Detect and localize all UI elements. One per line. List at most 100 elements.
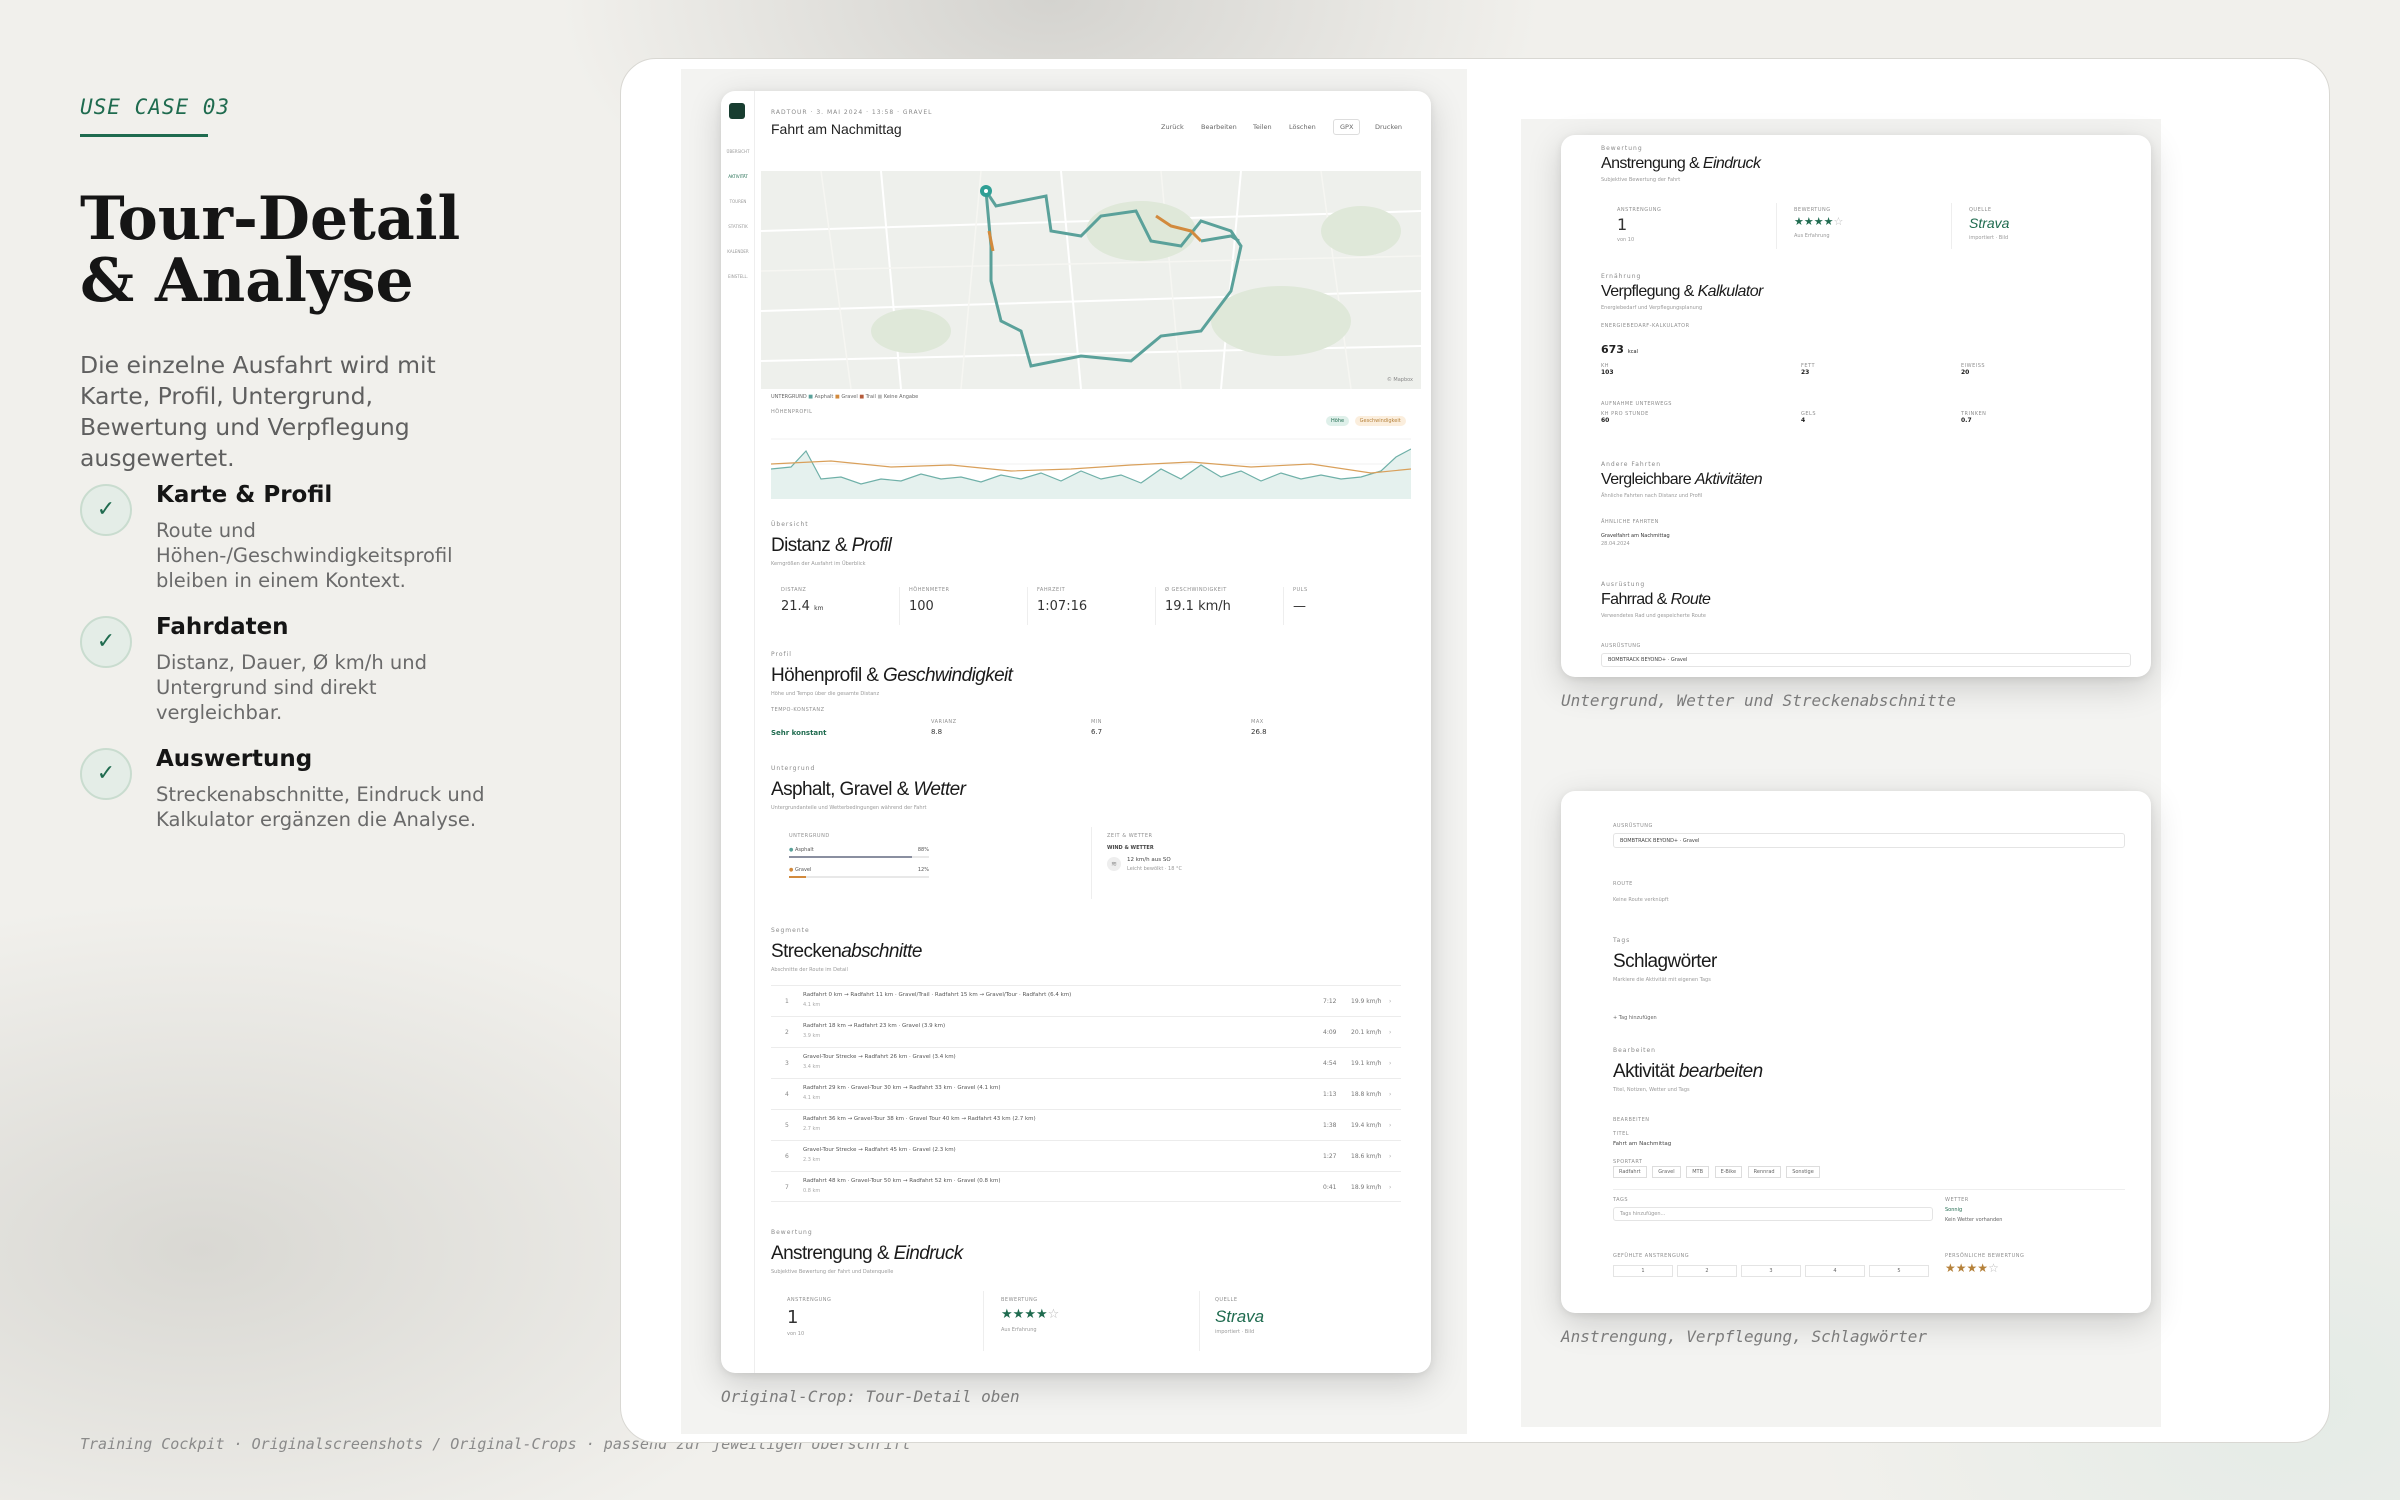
rating-stars[interactable]: ★★★★☆ bbox=[1945, 1261, 1999, 1275]
edit-section-label: BEARBEITEN bbox=[1613, 1117, 1650, 1123]
chevron-right-icon: › bbox=[1389, 1153, 1392, 1160]
section-subtitle: Untergrundanteile und Wetterbedingungen … bbox=[771, 805, 927, 811]
star-filled-icon[interactable]: ★ bbox=[1945, 1261, 1956, 1275]
segment-row[interactable]: 6 Gravel-Tour Strecke → Radfahrt 45 km · … bbox=[771, 1140, 1401, 1171]
star-filled-icon[interactable]: ★ bbox=[1977, 1261, 1988, 1275]
divider bbox=[1027, 587, 1028, 625]
segment-row[interactable]: 1 Radfahrt 0 km → Radfahrt 11 km · Gravel… bbox=[771, 985, 1401, 1016]
gpx-button[interactable]: GPX bbox=[1333, 119, 1361, 135]
source-sub: importiert · Bild bbox=[1969, 235, 2009, 241]
section-title-surface: Asphalt, Gravel & Wetter bbox=[771, 779, 966, 800]
weather-sub: Leicht bewölkt · 18 °C bbox=[1127, 866, 1182, 872]
effort-option[interactable]: 1 bbox=[1613, 1265, 1673, 1277]
feature-title: Auswertung bbox=[156, 746, 313, 772]
sidebar-item[interactable]: STATISTIK bbox=[723, 214, 753, 239]
tags-input[interactable]: Tags hinzufügen... bbox=[1613, 1207, 1933, 1221]
page-title-line-2: & Analyse bbox=[80, 246, 414, 316]
star-empty-icon: ☆ bbox=[1833, 215, 1844, 228]
section-subtitle: Kerngrößen der Ausfahrt im Überblick bbox=[771, 561, 866, 567]
section-eyebrow: Ausrüstung bbox=[1601, 581, 1646, 588]
top-right-caption: Untergrund, Wetter und Streckenabschnitt… bbox=[1561, 691, 1956, 710]
weather-title: WIND & WETTER bbox=[1107, 845, 1154, 851]
segment-row[interactable]: 3 Gravel-Tour Strecke → Radfahrt 26 km · … bbox=[771, 1047, 1401, 1078]
effort-option[interactable]: 4 bbox=[1805, 1265, 1865, 1277]
segment-row[interactable]: 5 Radfahrt 36 km → Gravel-Tour 38 km · Gr… bbox=[771, 1109, 1401, 1140]
stat-heart-rate: PULS — bbox=[1293, 587, 1308, 614]
sport-option[interactable]: Rennrad bbox=[1747, 1166, 1781, 1178]
sidebar-item[interactable]: EINSTELL. bbox=[723, 264, 753, 289]
star-filled-icon[interactable]: ★ bbox=[1967, 1261, 1978, 1275]
surface-bar-asphalt bbox=[789, 856, 913, 858]
rating-sub: Aus Erfahrung bbox=[1001, 1327, 1037, 1333]
chip-height[interactable]: Höhe bbox=[1326, 416, 1350, 426]
mini-stat: VARIANZ 8.8 bbox=[931, 719, 957, 736]
back-button[interactable]: Zurück bbox=[1161, 123, 1184, 131]
section-eyebrow: Andere Fahrten bbox=[1601, 461, 1662, 468]
star-filled-icon[interactable]: ★ bbox=[1956, 1261, 1967, 1275]
stat-duration: FAHRZEIT 1:07:16 bbox=[1037, 587, 1088, 614]
sport-option[interactable]: E-Bike bbox=[1714, 1166, 1743, 1178]
sport-option[interactable]: Gravel bbox=[1652, 1166, 1681, 1178]
effort-option[interactable]: 3 bbox=[1741, 1265, 1801, 1277]
effort-sub: von 10 bbox=[1617, 237, 1635, 243]
print-button[interactable]: Drucken bbox=[1375, 123, 1402, 131]
equipment-select[interactable]: BOMBTRACK BEYOND+ · Gravel bbox=[1613, 833, 2125, 848]
source-label: QUELLE bbox=[1969, 207, 1992, 213]
share-button[interactable]: Teilen bbox=[1253, 123, 1272, 131]
stat-distance: DISTANZ 21.4 km bbox=[781, 587, 824, 614]
effort-scale-label: GEFÜHLTE ANSTRENGUNG bbox=[1613, 1253, 1690, 1259]
title-field[interactable]: Fahrt am Nachmittag bbox=[1613, 1141, 1671, 1147]
kcal-value: 673 kcal bbox=[1601, 343, 1638, 356]
effort-option[interactable]: 5 bbox=[1869, 1265, 1929, 1277]
star-filled-icon: ★ bbox=[1035, 1307, 1048, 1322]
star-filled-icon: ★ bbox=[1012, 1307, 1025, 1322]
add-tag-button[interactable]: + Tag hinzufügen bbox=[1613, 1015, 1657, 1021]
segment-row[interactable]: 2 Radfahrt 18 km → Radfahrt 23 km · Grave… bbox=[771, 1016, 1401, 1047]
divider bbox=[899, 587, 900, 625]
route-map[interactable]: © Mapbox bbox=[761, 171, 1421, 389]
star-filled-icon: ★ bbox=[1024, 1307, 1036, 1322]
eyebrow-underline bbox=[80, 134, 208, 137]
section-eyebrow: Tags bbox=[1613, 937, 1631, 944]
equipment-select[interactable]: BOMBTRACK BEYOND+ · Gravel bbox=[1601, 653, 2131, 667]
edit-screenshot: AUSRÜSTUNG BOMBTRACK BEYOND+ · Gravel RO… bbox=[1561, 791, 2151, 1313]
similar-activity-item[interactable]: Gravelfahrt am Nachmittag 28.04.2024 bbox=[1601, 533, 2131, 551]
star-filled-icon: ★ bbox=[1823, 215, 1834, 228]
wetter-sub: Kein Wetter vorhanden bbox=[1945, 1217, 2003, 1223]
sport-option[interactable]: Sonstige bbox=[1786, 1166, 1820, 1178]
effort-option[interactable]: 2 bbox=[1677, 1265, 1737, 1277]
chip-speed[interactable]: Geschwindigkeit bbox=[1354, 416, 1406, 426]
star-empty-icon[interactable]: ☆ bbox=[1988, 1261, 1999, 1275]
sport-option[interactable]: Radfahrt bbox=[1613, 1166, 1647, 1178]
section-title-segments: Streckenabschnitte bbox=[771, 941, 922, 962]
sport-option[interactable]: MTB bbox=[1686, 1166, 1710, 1178]
wind-icon: ≋ bbox=[1107, 857, 1121, 871]
weather-text: 12 km/h aus SO bbox=[1127, 857, 1171, 863]
segment-row[interactable]: 4 Radfahrt 29 km · Gravel-Tour 30 km → Ra… bbox=[771, 1078, 1401, 1109]
lead-text: Die einzelne Ausfahrt wird mit Karte, Pr… bbox=[80, 351, 436, 472]
activity-toolbar: Zurück Bearbeiten Teilen Löschen GPX Dru… bbox=[1161, 119, 1421, 135]
divider bbox=[1776, 203, 1777, 249]
divider bbox=[1091, 827, 1092, 899]
personal-rating-label: PERSÖNLICHE BEWERTUNG bbox=[1945, 1253, 2025, 1259]
segment-row[interactable]: 7 Radfahrt 48 km · Gravel-Tour 50 km → Ra… bbox=[771, 1171, 1401, 1202]
rating-label: BEWERTUNG bbox=[1001, 1297, 1038, 1303]
section-subtitle: Höhe und Tempo über die gesamte Distanz bbox=[771, 691, 880, 697]
sidebar-item[interactable]: KALENDER bbox=[723, 239, 753, 264]
stats-row: DISTANZ 21.4 km HÖHENMETER 100 FAHRZEIT 1:0… bbox=[771, 587, 1411, 632]
section-title-nutrition: Verpflegung & Kalkulator bbox=[1601, 283, 1763, 300]
edit-button[interactable]: Bearbeiten bbox=[1201, 123, 1237, 131]
sidebar-item[interactable]: ÜBERSICHT bbox=[723, 139, 753, 164]
analysis-screenshot: Bewertung Anstrengung & Eindruck Subjekt… bbox=[1561, 135, 2151, 677]
section-title-compare: Vergleichbare Aktivitäten bbox=[1601, 471, 1763, 488]
sport-options: Radfahrt Gravel MTB E-Bike Rennrad Sonst… bbox=[1613, 1166, 1820, 1178]
delete-button[interactable]: Löschen bbox=[1289, 123, 1316, 131]
feature-item: ✓ Karte & Profil Route und Höhen-/Geschw… bbox=[80, 480, 500, 612]
map-legend: UNTERGRUND ■ Asphalt ■ Gravel ■ Trail ■ … bbox=[771, 394, 919, 400]
wetter-value[interactable]: Sonnig bbox=[1945, 1207, 1962, 1213]
sidebar-item-active[interactable]: AKTIVITÄT bbox=[723, 164, 753, 189]
intake-stat: GELS 4 bbox=[1801, 411, 1816, 424]
title-field-label: TITEL bbox=[1613, 1131, 1630, 1137]
surface-asphalt: ● Asphalt 88% bbox=[789, 847, 929, 858]
sidebar-item[interactable]: TOUREN bbox=[723, 189, 753, 214]
